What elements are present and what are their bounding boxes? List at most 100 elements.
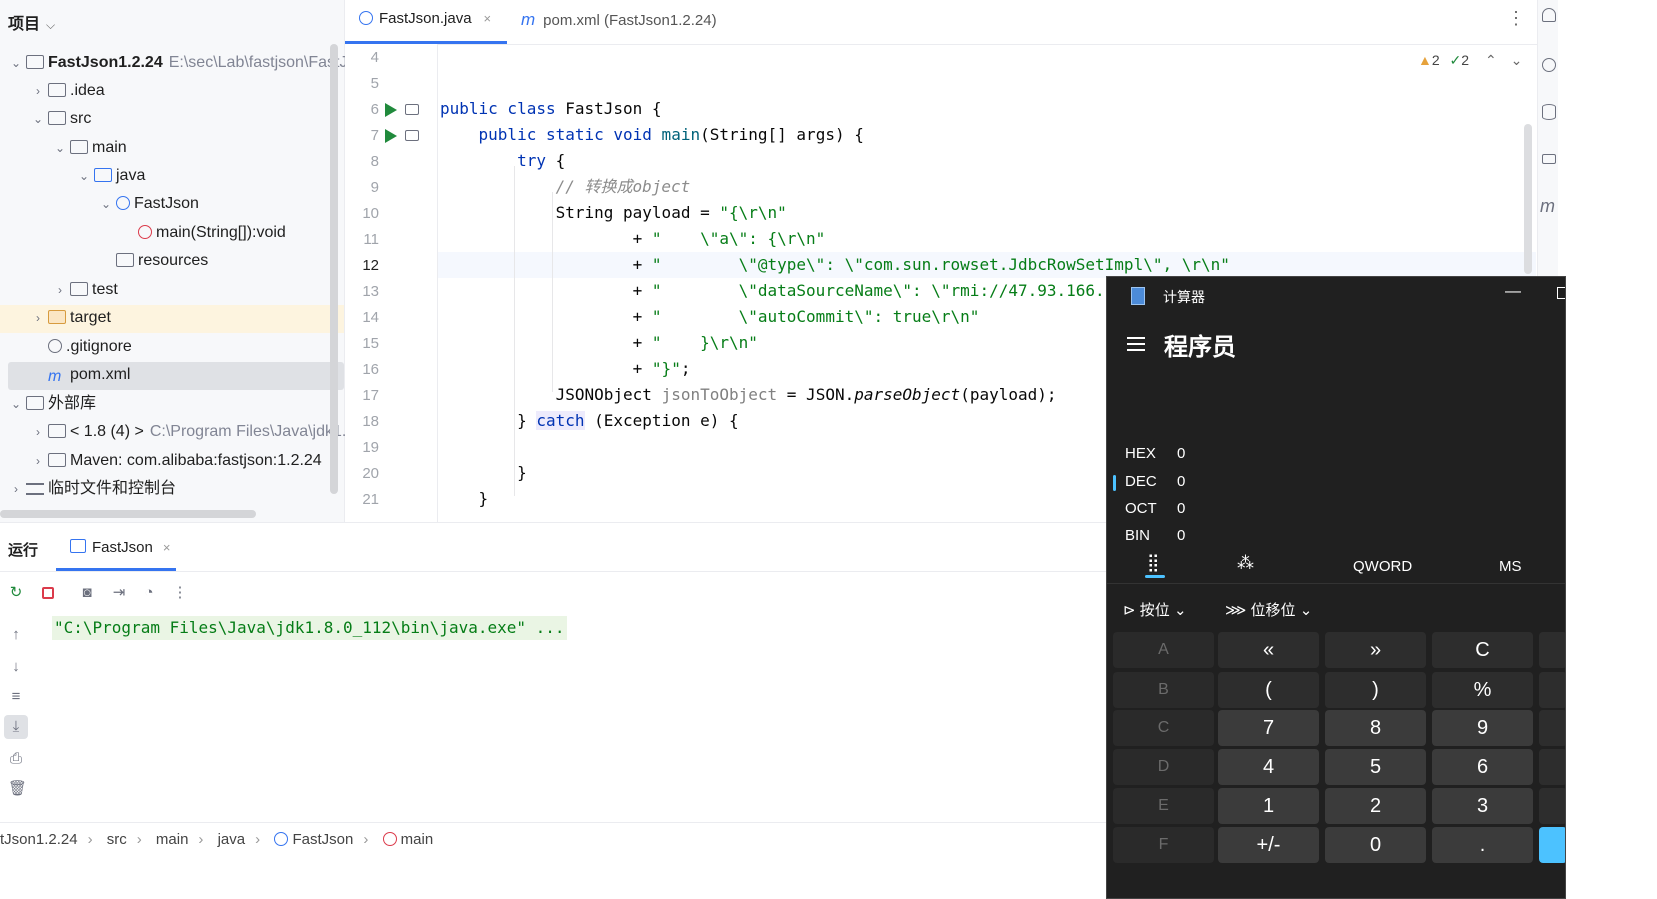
key-9[interactable]: 9 [1432, 710, 1533, 746]
key-5[interactable]: 5 [1325, 749, 1426, 785]
tree-item-java[interactable]: ⌄ java [76, 162, 145, 190]
maven-icon[interactable]: m [1540, 196, 1555, 217]
breadcrumb-item[interactable]: tJson1.2.24 [0, 831, 78, 848]
chevron-down-icon[interactable]: ⌄ [1511, 52, 1523, 68]
tree-item-external-libraries[interactable]: ⌄ 外部库 [8, 390, 96, 418]
run-icon[interactable] [385, 129, 397, 143]
key-equals[interactable] [1539, 827, 1565, 863]
tree-item-pom[interactable]: m pom.xml [30, 361, 130, 389]
tree-item-maven-fastjson[interactable]: › Maven: com.alibaba:fastjson:1.2.24 [30, 447, 322, 475]
key-c[interactable]: C [1113, 710, 1214, 746]
breadcrumb-item[interactable]: FastJson [292, 831, 353, 848]
key-f[interactable]: F [1113, 827, 1214, 863]
tree-item-fastjson-class[interactable]: ⌄ FastJson [98, 190, 199, 218]
key-shift-left[interactable]: « [1218, 632, 1319, 668]
project-horizontal-scrollbar[interactable] [0, 510, 256, 518]
key-close-paren[interactable]: ) [1325, 672, 1426, 708]
maximize-icon[interactable] [1557, 287, 1565, 299]
arrow-down-icon[interactable]: ↓ [8, 659, 24, 675]
tree-item-main-method[interactable]: main(String[]):void [136, 219, 286, 247]
run-icon[interactable] [385, 103, 397, 117]
memory-store-button[interactable]: MS [1499, 558, 1522, 575]
notifications-icon[interactable] [1542, 8, 1556, 22]
key-7[interactable]: 7 [1218, 710, 1319, 746]
key-negate[interactable]: +/- [1218, 827, 1319, 863]
key-a[interactable]: A [1113, 632, 1214, 668]
print-icon[interactable]: ⎙ [8, 751, 24, 767]
key-minus[interactable] [1539, 749, 1565, 785]
key-open-paren[interactable]: ( [1218, 672, 1319, 708]
tree-item-resources[interactable]: resources [98, 247, 208, 275]
scroll-to-end-icon[interactable]: ⤓ [4, 715, 28, 739]
trash-icon[interactable]: 🗑 [8, 781, 27, 797]
breadcrumb-item[interactable]: java [218, 831, 246, 848]
key-multiply[interactable] [1539, 710, 1565, 746]
key-1[interactable]: 1 [1218, 788, 1319, 824]
close-icon[interactable]: × [484, 11, 492, 26]
stop-icon[interactable] [40, 585, 56, 601]
minimize-icon[interactable]: — [1505, 283, 1521, 301]
key-decimal[interactable]: . [1432, 827, 1533, 863]
run-tab-fastjson[interactable]: FastJson × [70, 539, 170, 556]
full-keypad-icon[interactable]: ⣿ [1147, 553, 1159, 573]
camera-icon[interactable]: ◙ [79, 585, 95, 601]
rerun-icon[interactable]: ↻ [8, 585, 24, 601]
bitwise-dropdown[interactable]: ⊳ 按位 ⌄ [1123, 599, 1187, 620]
key-0[interactable]: 0 [1325, 827, 1426, 863]
word-size-button[interactable]: QWORD [1353, 558, 1412, 575]
inspection-widget[interactable]: ▲2 ✓2 ⌃ ⌄ [1418, 52, 1522, 69]
key-8[interactable]: 8 [1325, 710, 1426, 746]
tree-item-test[interactable]: › test [52, 276, 118, 304]
tree-item-scratches[interactable]: › 临时文件和控制台 [8, 475, 176, 503]
close-icon[interactable]: × [163, 540, 171, 555]
key-shift-right[interactable]: » [1325, 632, 1426, 668]
chevron-up-icon[interactable]: ⌃ [1485, 52, 1497, 68]
radix-dec[interactable]: DEC 0 [1125, 473, 1185, 490]
tree-item-main[interactable]: ⌄ main [52, 134, 127, 162]
tab-pom-xml[interactable]: m pom.xml (FastJson1.2.24) [521, 10, 717, 30]
terminal-icon[interactable] [1542, 154, 1556, 164]
import-icon[interactable]: ⇥ [111, 585, 127, 601]
hamburger-menu-icon[interactable] [1127, 337, 1145, 355]
soft-wrap-icon[interactable]: ≡ [8, 689, 24, 705]
ai-assistant-icon[interactable] [1542, 58, 1556, 72]
project-panel-header[interactable]: 项目 ⌵ [8, 10, 55, 34]
key-backspace[interactable] [1539, 632, 1565, 668]
key-divide[interactable] [1539, 672, 1565, 708]
arrow-up-icon[interactable]: ↑ [8, 627, 24, 643]
editor-scrollbar[interactable] [1524, 124, 1532, 274]
bitshift-dropdown[interactable]: ⋙ 位移位 ⌄ [1225, 599, 1312, 620]
bit-toggle-keypad-icon[interactable]: ⁂ [1237, 553, 1254, 573]
breadcrumb-item[interactable]: main [156, 831, 189, 848]
key-percent[interactable]: % [1432, 672, 1533, 708]
tree-item-label: src [70, 110, 92, 127]
more-icon[interactable]: ⋮ [1507, 8, 1525, 29]
tree-item-gitignore[interactable]: .gitignore [30, 333, 132, 361]
database-icon[interactable] [1542, 104, 1556, 120]
key-e[interactable]: E [1113, 788, 1214, 824]
tab-fastjson-java[interactable]: FastJson.java × [359, 10, 491, 27]
tree-item-target[interactable]: › target [30, 304, 111, 332]
radix-oct[interactable]: OCT 0 [1125, 500, 1185, 517]
more-icon[interactable]: ⋮ [172, 585, 188, 601]
project-scrollbar[interactable] [330, 44, 338, 494]
radix-hex[interactable]: HEX 0 [1125, 445, 1185, 462]
key-b[interactable]: B [1113, 672, 1214, 708]
key-6[interactable]: 6 [1432, 749, 1533, 785]
tree-item-src[interactable]: ⌄ src [30, 105, 91, 133]
tree-item-idea[interactable]: › .idea [30, 77, 105, 105]
breadcrumb-item[interactable]: main [401, 831, 434, 848]
radix-bin[interactable]: BIN 0 [1125, 527, 1185, 544]
key-3[interactable]: 3 [1432, 788, 1533, 824]
key-clear[interactable]: C [1432, 632, 1533, 668]
key-d[interactable]: D [1113, 749, 1214, 785]
breadcrumb-item[interactable]: src [107, 831, 127, 848]
key-plus[interactable] [1539, 788, 1565, 824]
line-number: 5 [370, 75, 379, 92]
implementation-icon[interactable] [405, 104, 419, 115]
key-2[interactable]: 2 [1325, 788, 1426, 824]
implementation-icon[interactable] [405, 130, 419, 141]
profiler-icon[interactable]: ◔ [141, 585, 157, 601]
key-4[interactable]: 4 [1218, 749, 1319, 785]
tree-item-label: main(String[]):void [156, 224, 286, 241]
